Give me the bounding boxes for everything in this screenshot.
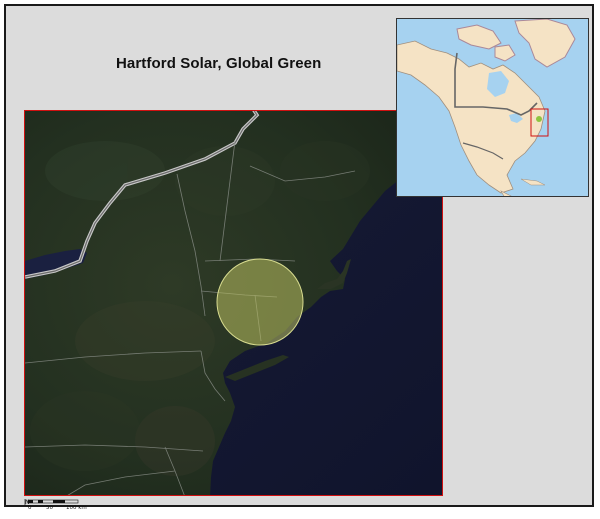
scale-bar: N 0 50 100 km [24, 498, 124, 514]
study-area-marker [536, 116, 542, 122]
scale-label-100km: 100 km [66, 505, 87, 511]
map-title: Hartford Solar, Global Green [116, 55, 322, 72]
inset-locator-map[interactable] [396, 18, 589, 197]
north-america-map [397, 19, 588, 196]
scale-label-0: 0 [28, 505, 32, 511]
satellite-imagery [25, 111, 442, 495]
scale-label-50: 50 [46, 505, 53, 511]
study-area-buffer [216, 258, 304, 346]
map-layout-frame: Hartford Solar, Global Green N 0 50 100 … [4, 4, 594, 511]
main-map[interactable] [24, 110, 443, 496]
